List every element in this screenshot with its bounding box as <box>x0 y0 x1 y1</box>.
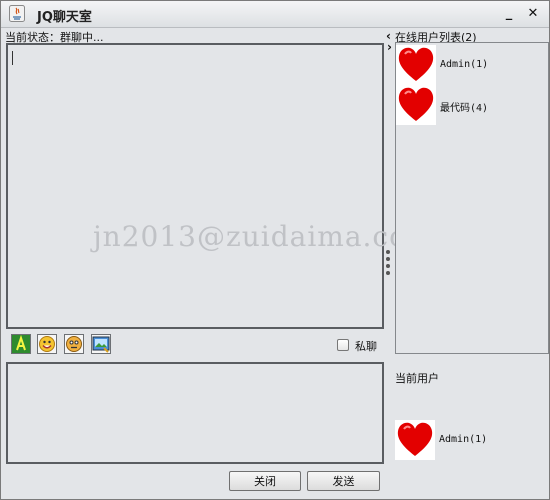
emoji-button[interactable] <box>37 334 57 354</box>
shake-button[interactable] <box>64 334 84 354</box>
private-chat-label: 私聊 <box>355 340 377 353</box>
heart-icon <box>396 85 436 125</box>
current-user-name: Admin(1) <box>439 434 488 445</box>
chat-message-area[interactable] <box>6 43 384 329</box>
emoji-icon <box>39 336 55 352</box>
shake-icon <box>66 336 82 352</box>
current-user-label: 当前用户 <box>395 372 439 385</box>
private-chat-checkbox[interactable] <box>337 339 349 351</box>
online-users-list[interactable]: Admin(1) 最代码(4) <box>395 42 549 354</box>
list-item[interactable]: Admin(1) <box>396 45 546 85</box>
message-input-area[interactable] <box>6 362 384 464</box>
online-user-name: 最代码(4) <box>440 103 489 114</box>
screenshot-button[interactable] <box>91 334 111 354</box>
close-button[interactable]: 关闭 <box>229 471 301 491</box>
list-item[interactable]: 最代码(4) <box>396 85 546 125</box>
font-icon <box>12 334 30 353</box>
send-button[interactable]: 发送 <box>307 471 380 491</box>
split-divider-handle[interactable] <box>386 250 391 280</box>
online-user-name: Admin(1) <box>440 59 489 70</box>
screenshot-icon <box>92 336 110 353</box>
font-button[interactable] <box>11 334 31 354</box>
minimize-button[interactable]: _ <box>501 6 517 22</box>
expand-right-arrow-icon[interactable]: › <box>387 41 392 53</box>
text-caret <box>12 51 13 65</box>
close-window-button[interactable]: ✕ <box>525 6 541 22</box>
heart-icon <box>395 420 435 460</box>
chat-window: JQ聊天室 _ ✕ 当前状态：群聊中... jn2013@zuidaima.co… <box>0 0 550 500</box>
java-icon <box>9 5 25 22</box>
window-title: JQ聊天室 <box>37 10 92 25</box>
current-user-item: Admin(1) <box>395 420 545 460</box>
title-bar[interactable]: JQ聊天室 _ ✕ <box>1 1 549 28</box>
heart-icon <box>396 45 436 85</box>
